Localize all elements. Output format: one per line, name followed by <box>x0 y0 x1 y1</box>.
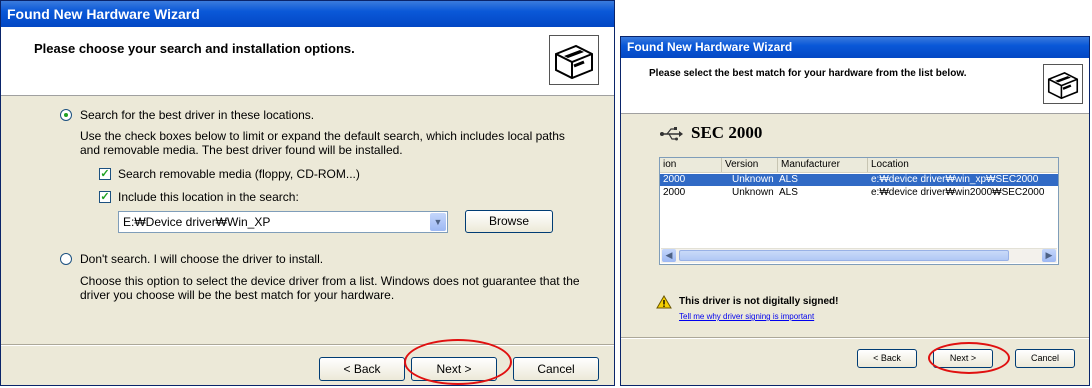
left-cancel-button[interactable]: Cancel <box>513 357 599 381</box>
driver-version: Unknown <box>732 174 774 185</box>
left-next-highlight-ellipse <box>404 339 512 385</box>
driver-manufacturer: ALS <box>779 187 798 198</box>
driver-row[interactable]: 2000 Unknown ALS e:₩device driver₩win200… <box>660 187 1058 199</box>
include-location-label[interactable]: Include this location in the search: <box>118 190 299 204</box>
search-best-driver-radio[interactable] <box>60 109 72 121</box>
driver-location: e:₩device driver₩win2000₩SEC2000 <box>871 187 1045 198</box>
driver-signing-link[interactable]: Tell me why driver signing is important <box>679 312 814 321</box>
right-wizard-window: Found New Hardware Wizard Please select … <box>620 36 1090 386</box>
right-cancel-button[interactable]: Cancel <box>1015 349 1075 368</box>
location-combobox[interactable]: E:₩Device driver₩Win_XP ▼ <box>118 211 448 233</box>
usb-icon <box>659 127 683 141</box>
horizontal-scrollbar[interactable]: ◀ ▶ <box>661 248 1057 263</box>
dont-search-radio[interactable] <box>60 253 72 265</box>
driver-location: e:₩device driver₩win_xp₩SEC2000 <box>871 174 1039 185</box>
left-back-button[interactable]: < Back <box>319 357 405 381</box>
right-page-heading: Please select the best match for your ha… <box>649 68 967 79</box>
right-header: Please select the best match for your ha… <box>621 58 1089 114</box>
column-header-version[interactable]: Version <box>722 158 778 172</box>
dont-search-label[interactable]: Don't search. I will choose the driver t… <box>80 252 323 266</box>
driver-name: 2000 <box>663 174 686 185</box>
left-title-bar[interactable]: Found New Hardware Wizard <box>1 1 614 27</box>
left-window-title: Found New Hardware Wizard <box>7 6 200 22</box>
right-button-separator <box>621 337 1089 339</box>
right-next-highlight-ellipse <box>928 342 1010 374</box>
removable-media-checkbox[interactable]: ✓ <box>99 168 111 180</box>
include-location-checkbox[interactable]: ✓ <box>99 191 111 203</box>
column-header-location[interactable]: Location <box>868 158 1058 172</box>
hardware-wizard-icon <box>549 35 599 85</box>
dont-search-description: Choose this option to select the device … <box>80 274 580 302</box>
chevron-down-icon[interactable]: ▼ <box>430 213 446 231</box>
driver-row[interactable]: 2000 Unknown ALS e:₩device driver₩win_xp… <box>660 174 1058 186</box>
hardware-wizard-icon <box>1043 64 1083 104</box>
unsigned-warning-text: This driver is not digitally signed! <box>679 296 839 307</box>
left-header: Please choose your search and installati… <box>1 27 614 96</box>
scroll-right-icon[interactable]: ▶ <box>1042 249 1056 262</box>
left-button-separator <box>1 344 614 346</box>
right-back-button[interactable]: < Back <box>857 349 917 368</box>
removable-media-label[interactable]: Search removable media (floppy, CD-ROM..… <box>118 167 360 181</box>
browse-button[interactable]: Browse <box>465 210 553 233</box>
driver-manufacturer: ALS <box>779 174 798 185</box>
column-header-manufacturer[interactable]: Manufacturer <box>778 158 868 172</box>
right-window-title: Found New Hardware Wizard <box>627 40 793 54</box>
warning-icon <box>656 295 672 309</box>
driver-list[interactable]: ion Version Manufacturer Location 2000 U… <box>659 157 1059 265</box>
search-best-driver-label[interactable]: Search for the best driver in these loca… <box>80 108 314 122</box>
driver-version: Unknown <box>732 187 774 198</box>
right-title-bar[interactable]: Found New Hardware Wizard <box>621 37 1089 58</box>
device-name: SEC 2000 <box>691 123 763 142</box>
left-wizard-window: Found New Hardware Wizard Please choose … <box>0 0 615 386</box>
location-value: E:₩Device driver₩Win_XP <box>123 215 271 229</box>
driver-list-header: ion Version Manufacturer Location <box>660 158 1058 173</box>
column-header-name[interactable]: ion <box>660 158 722 172</box>
scrollbar-thumb[interactable] <box>679 250 1009 261</box>
driver-name: 2000 <box>663 187 686 198</box>
search-description: Use the check boxes below to limit or ex… <box>80 129 565 157</box>
scroll-left-icon[interactable]: ◀ <box>662 249 676 262</box>
left-page-heading: Please choose your search and installati… <box>34 41 355 56</box>
